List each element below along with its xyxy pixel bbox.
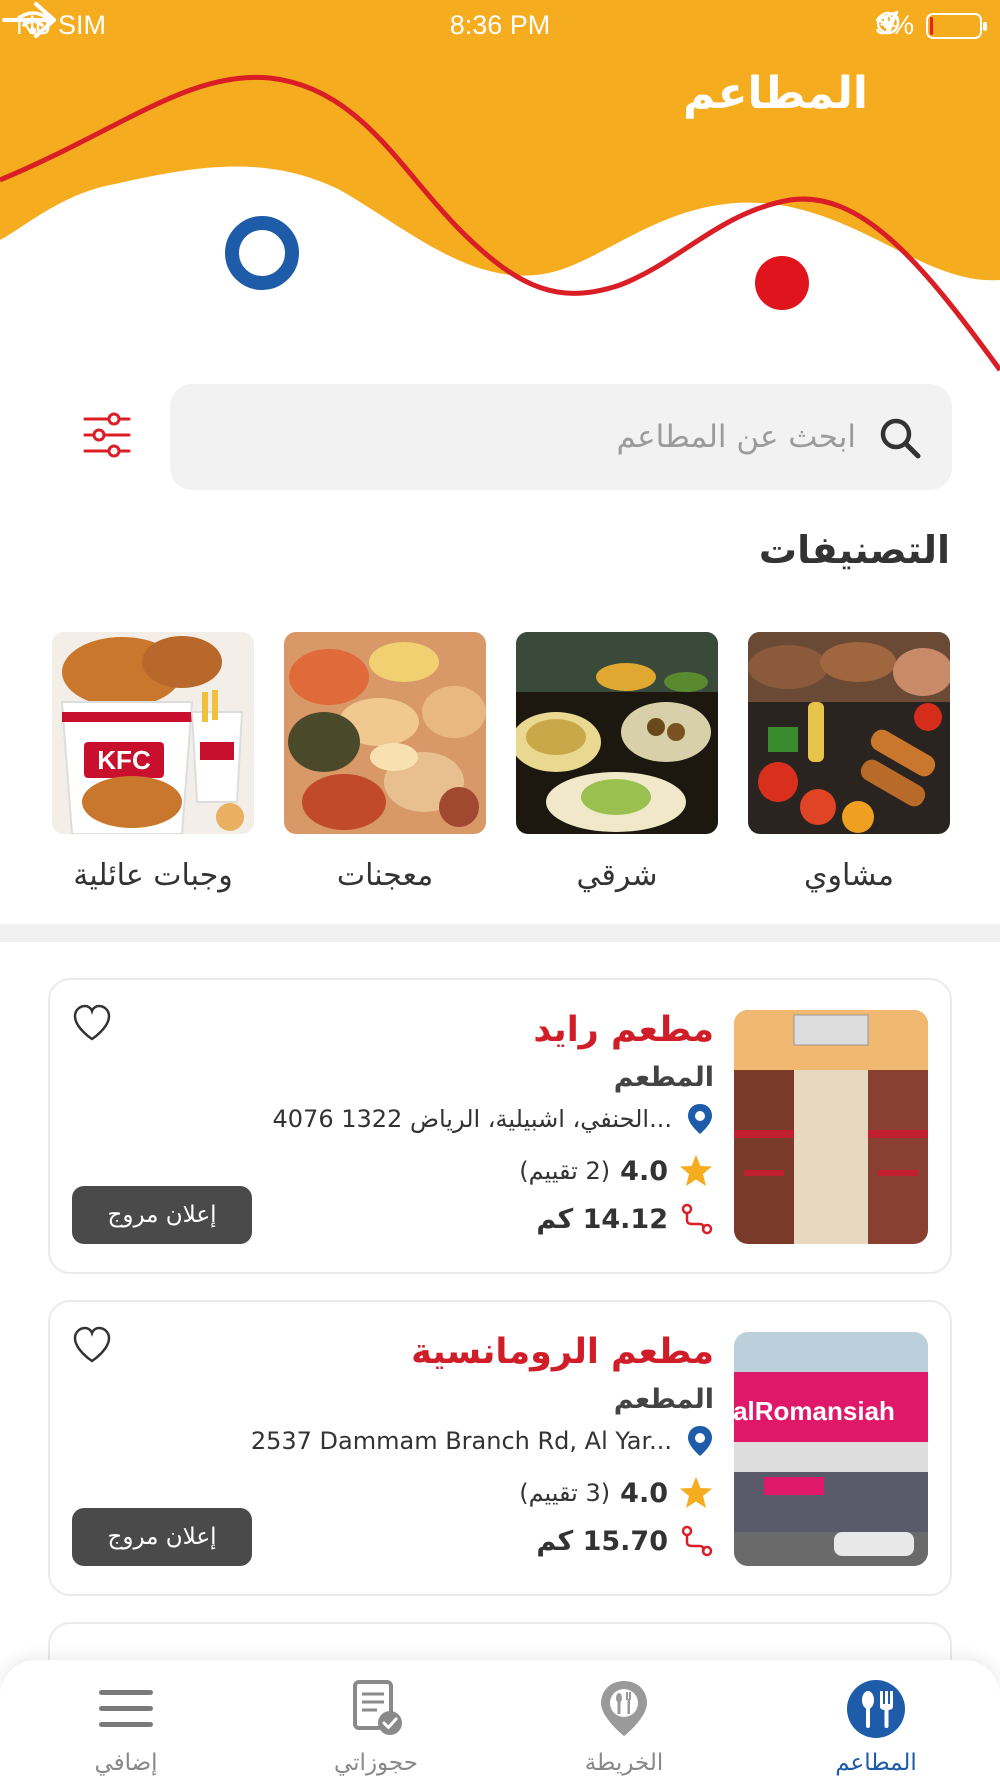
search-bar[interactable] bbox=[170, 384, 952, 490]
category-pastries-image bbox=[284, 632, 486, 834]
tab-label: إضافي bbox=[94, 1750, 158, 1776]
restaurant-card[interactable]: alRomansiah مطعم الرومانسية المطعم 2537 … bbox=[48, 1300, 952, 1596]
restaurant-photo bbox=[734, 1010, 928, 1244]
category-oriental[interactable]: شرقي bbox=[511, 632, 718, 893]
location-arrow-icon bbox=[875, 10, 899, 34]
tab-label: الخريطة bbox=[584, 1750, 664, 1776]
header-wave-background bbox=[0, 0, 1000, 372]
category-family-meals-image: KFC bbox=[52, 632, 254, 835]
distance-row: 14.12 كم bbox=[536, 1202, 714, 1236]
distance-value: 14.12 كم bbox=[536, 1203, 668, 1235]
distance-row: 15.70 كم bbox=[536, 1524, 714, 1558]
location-pin-icon bbox=[688, 1426, 712, 1456]
tab-label: حجوزاتي bbox=[333, 1750, 418, 1776]
tab-more[interactable]: إضافي bbox=[36, 1678, 216, 1776]
status-bar: No SIM 8:36 PM 3% bbox=[0, 0, 1000, 50]
categories-list: مشاوي شرقي معجنات KFC وجبات عائلية bbox=[52, 632, 953, 893]
bottom-tab-bar: المطاعم الخريطة حجوزاتي إضافي bbox=[0, 1660, 1000, 1778]
decor-dot bbox=[755, 256, 809, 310]
rating-value: 4.0 bbox=[620, 1155, 668, 1187]
category-label: وجبات عائلية bbox=[73, 858, 233, 893]
category-label: مشاوي bbox=[804, 858, 894, 893]
restaurant-name[interactable]: مطعم رايد bbox=[533, 1010, 714, 1050]
star-icon bbox=[680, 1477, 712, 1508]
back-arrow-icon[interactable] bbox=[0, 0, 60, 40]
search-input[interactable] bbox=[296, 412, 856, 462]
category-grills[interactable]: مشاوي bbox=[748, 632, 953, 893]
rating-count: (2 تقييم) bbox=[519, 1157, 611, 1185]
rating-count: (3 تقييم) bbox=[519, 1479, 611, 1507]
rating-row: 4.0 (2 تقييم) bbox=[519, 1154, 714, 1188]
restaurant-photo: alRomansiah bbox=[734, 1332, 928, 1566]
route-icon bbox=[681, 1525, 713, 1557]
category-oriental-image bbox=[511, 632, 718, 834]
decor-ring bbox=[225, 216, 299, 290]
restaurant-type: المطعم bbox=[613, 1062, 714, 1093]
categories-title: التصنيفات bbox=[758, 528, 950, 572]
rating-row: 4.0 (3 تقييم) bbox=[519, 1476, 714, 1510]
location-pin-icon bbox=[688, 1104, 712, 1134]
tab-restaurants[interactable]: المطاعم bbox=[786, 1678, 966, 1776]
promoted-ad-button[interactable]: إعلان مروج bbox=[72, 1186, 252, 1244]
category-family-meals[interactable]: KFC وجبات عائلية bbox=[52, 632, 254, 893]
battery-icon bbox=[926, 12, 987, 39]
tab-map[interactable]: الخريطة bbox=[534, 1678, 714, 1776]
category-label: شرقي bbox=[576, 858, 658, 893]
header: No SIM 8:36 PM 3% المطاعم bbox=[0, 0, 1000, 380]
search-icon bbox=[880, 418, 921, 459]
menu-icon bbox=[99, 1690, 153, 1727]
distance-value: 15.70 كم bbox=[536, 1525, 668, 1557]
restaurant-icon bbox=[847, 1680, 905, 1738]
favorite-heart-icon[interactable] bbox=[72, 1326, 112, 1364]
svg-text:KFC: KFC bbox=[97, 745, 151, 775]
promoted-ad-button[interactable]: إعلان مروج bbox=[72, 1508, 252, 1566]
tab-label: المطاعم bbox=[835, 1750, 917, 1776]
map-pin-icon bbox=[601, 1681, 647, 1736]
restaurant-name[interactable]: مطعم الرومانسية bbox=[411, 1332, 714, 1372]
category-grills-image bbox=[748, 632, 953, 834]
restaurant-address: 4076 الحنفي، اشبيلية، الرياض 1322... bbox=[272, 1105, 672, 1133]
restaurant-address: 2537 Dammam Branch Rd, Al Yar... bbox=[250, 1427, 672, 1455]
category-pastries[interactable]: معجنات bbox=[284, 632, 486, 893]
bookings-icon bbox=[353, 1680, 402, 1735]
address-row: 4076 الحنفي، اشبيلية، الرياض 1322... bbox=[273, 1102, 714, 1136]
favorite-heart-icon[interactable] bbox=[72, 1004, 112, 1042]
category-label: معجنات bbox=[336, 858, 434, 893]
rating-value: 4.0 bbox=[620, 1477, 668, 1509]
page-title: المطاعم bbox=[682, 68, 868, 119]
filter-sliders-icon[interactable] bbox=[82, 410, 132, 460]
route-icon bbox=[681, 1203, 713, 1235]
status-time: 8:36 PM bbox=[449, 10, 551, 40]
restaurant-type: المطعم bbox=[613, 1384, 714, 1415]
restaurant-card[interactable]: مطعم رايد المطعم 4076 الحنفي، اشبيلية، ا… bbox=[48, 978, 952, 1274]
star-icon bbox=[680, 1155, 712, 1186]
section-divider bbox=[0, 924, 1000, 942]
address-row: 2537 Dammam Branch Rd, Al Yar... bbox=[251, 1424, 714, 1458]
tab-bookings[interactable]: حجوزاتي bbox=[286, 1678, 466, 1776]
svg-text:alRomansiah: alRomansiah bbox=[734, 1396, 895, 1426]
